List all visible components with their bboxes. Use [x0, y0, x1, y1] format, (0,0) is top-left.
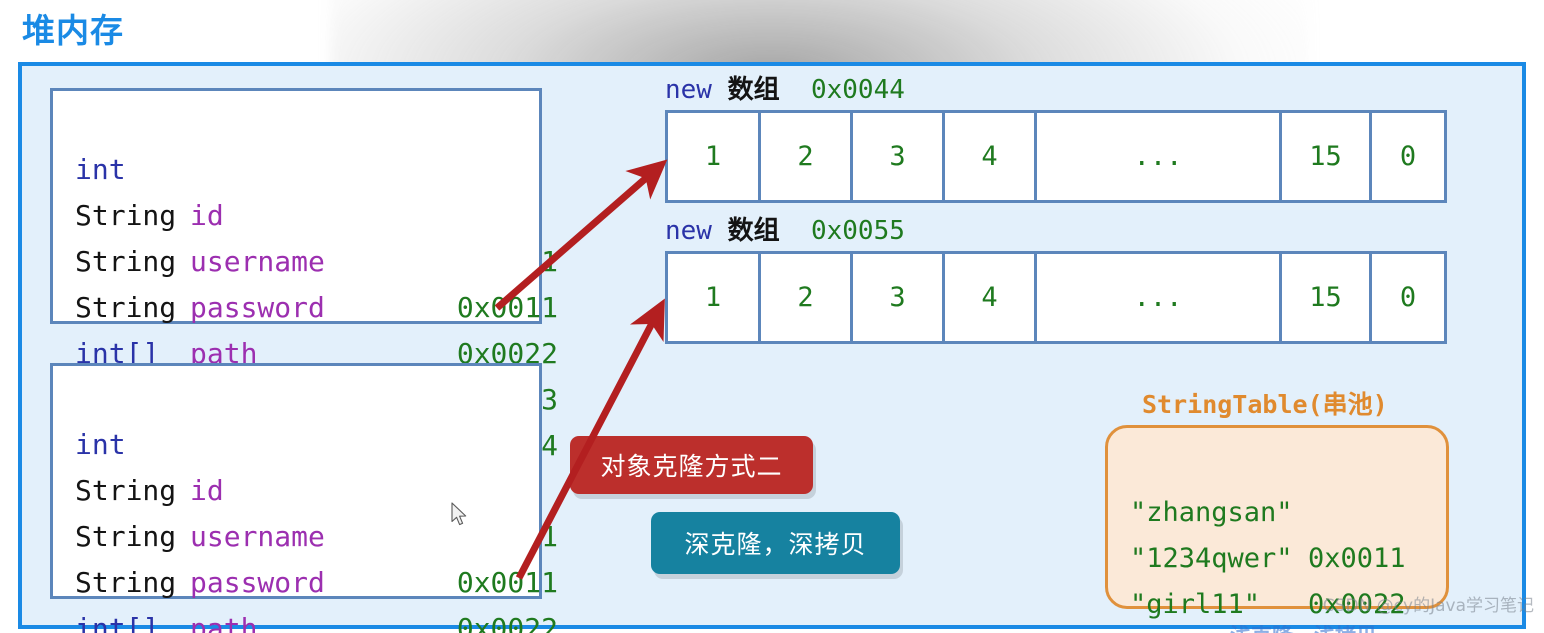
array-cell: 15 [1282, 113, 1372, 200]
field-value: 0x0022 [456, 612, 558, 633]
array-label-keyword: new [665, 75, 712, 105]
stringtable-box: "zhangsan" 0x0011 "1234qwer" 0x0022 "gir… [1105, 425, 1449, 620]
array-cell: 3 [853, 254, 945, 341]
page-title: 堆内存 [22, 11, 124, 50]
array-cell: 0 [1399, 282, 1417, 313]
array-cell: 1 [668, 254, 761, 341]
array-label-zh: 数组 [727, 75, 780, 105]
object-field-row: String username 0x0011 [53, 422, 558, 599]
diagram-canvas: 堆内存 int id 1 String username 0x0011 Stri… [0, 0, 1544, 633]
object-field-row: String path 0x0033 [53, 239, 558, 416]
array-label-zh: 数组 [727, 216, 780, 246]
array-0x0055: new 数组 0x0055 1 2 3 4 ... 15 0 [665, 216, 1447, 344]
object-field-row: String password 0x0022 [53, 468, 558, 633]
array-cell: 2 [761, 113, 853, 200]
csdn-watermark: CSDN @cy的Java学习笔记 [1322, 596, 1534, 616]
heap-memory-panel: int id 1 String username 0x0011 String p… [18, 62, 1526, 633]
object-field-row: int id 1 [53, 376, 558, 553]
array-label-address: 0x0055 [810, 216, 905, 246]
array-cell: 2 [761, 254, 853, 341]
object-field-row: String path 0x0033 [53, 514, 539, 633]
array-label: new 数组 0x0044 [665, 75, 1447, 105]
array-cell-ellipsis: ... [1037, 254, 1282, 341]
array-0x0044: new 数组 0x0044 1 2 3 4 ... 15 0 [665, 75, 1447, 203]
bottom-cropped-text: 浅克隆，浅拷贝 [1230, 625, 1377, 633]
stringtable-entry: "zhangsan" 0x0011 [1108, 444, 1446, 574]
array-label-keyword: new [665, 216, 712, 246]
array-cells: 1 2 3 4 ... 15 0 [665, 110, 1447, 203]
field-type: int[] [75, 612, 160, 633]
object-field-row: String password 0x0022 [53, 193, 558, 370]
array-cell: 1 [668, 113, 761, 200]
array-cell: 4 [945, 254, 1037, 341]
badge-deep-clone: 深克隆，深拷贝 [651, 512, 900, 574]
stringtable-title: StringTable(串池) [1142, 390, 1388, 419]
array-label-address: 0x0044 [810, 75, 905, 105]
array-cell-ellipsis: ... [1037, 113, 1282, 200]
object-box-original: int id 1 String username 0x0011 String p… [50, 88, 558, 462]
array-cell: 0 [1399, 141, 1417, 172]
field-name: path [190, 612, 258, 633]
array-label: new 数组 0x0055 [665, 216, 1447, 246]
stringtable-literal: "girl11" [1130, 589, 1261, 620]
stringtable-entry: "1234qwer" 0x0022 [1108, 490, 1446, 620]
array-cell: 4 [945, 113, 1037, 200]
object-field-row: int[] data 0x0055 [53, 560, 539, 633]
object-field-row: int id 1 [53, 101, 558, 278]
array-cell: 15 [1282, 254, 1372, 341]
object-field-row: int[] data 0x0044 [53, 285, 558, 462]
object-box-clone: int id 1 String username 0x0011 String p… [50, 363, 558, 633]
array-cells: 1 2 3 4 ... 15 0 [665, 251, 1447, 344]
badge-clone-method: 对象克隆方式二 [570, 436, 813, 494]
object-field-row: String username 0x0011 [53, 147, 558, 324]
stringtable-entry: "girl11" 0x0033 [1108, 536, 1446, 620]
array-cell: 3 [853, 113, 945, 200]
